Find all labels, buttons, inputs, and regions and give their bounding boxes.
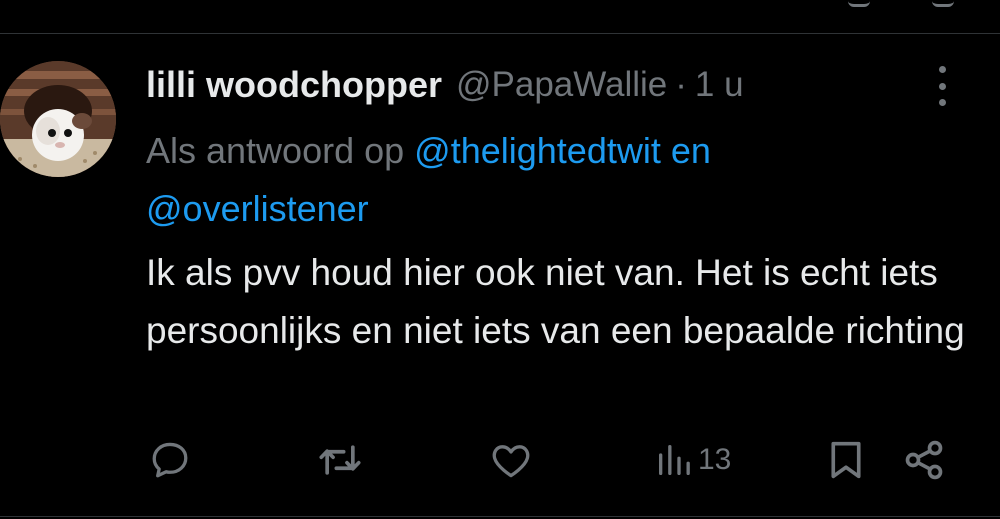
share-button[interactable]: [902, 434, 946, 486]
views-count: 13: [698, 443, 732, 476]
share-icon: [905, 440, 943, 480]
like-button[interactable]: [488, 434, 534, 486]
retweet-icon: [319, 445, 361, 475]
display-name[interactable]: lilli woodchopper: [146, 64, 442, 106]
guinea-pig-image: [0, 61, 116, 177]
previous-tweet-actions-fragment: [820, 0, 980, 7]
like-icon: [492, 445, 530, 478]
reply-icon: [152, 442, 188, 478]
timestamp[interactable]: 1 u: [695, 65, 744, 105]
mention-thelightedtwit[interactable]: @thelightedtwit: [414, 130, 661, 171]
views-icon: [659, 445, 690, 475]
tweet-header: lilli woodchopper @PapaWallie · 1 u: [146, 60, 744, 110]
more-options-icon[interactable]: [930, 66, 954, 106]
bookmark-icon: [831, 441, 861, 479]
reply-prefix: Als antwoord op: [146, 130, 405, 171]
user-handle[interactable]: @PapaWallie: [456, 65, 667, 105]
divider-top: [0, 33, 1000, 34]
reply-button[interactable]: [148, 434, 192, 486]
bookmark-button[interactable]: [826, 434, 866, 486]
mention-overlistener[interactable]: @overlistener: [146, 188, 369, 229]
mention-connector: en: [670, 130, 711, 171]
tweet-text: Ik als pvv houd hier ook niet van. Het i…: [146, 252, 965, 351]
previous-action-icon: [848, 0, 870, 7]
retweet-button[interactable]: [316, 434, 364, 486]
views-button[interactable]: 13: [654, 434, 731, 486]
divider-bottom: [0, 516, 1000, 517]
reply-context: Als antwoord op @thelightedtwit en @overl…: [146, 122, 966, 238]
avatar[interactable]: [0, 61, 116, 177]
action-bar: 13: [0, 434, 1000, 486]
separator-dot: ·: [675, 65, 687, 104]
previous-action-icon: [932, 0, 954, 7]
